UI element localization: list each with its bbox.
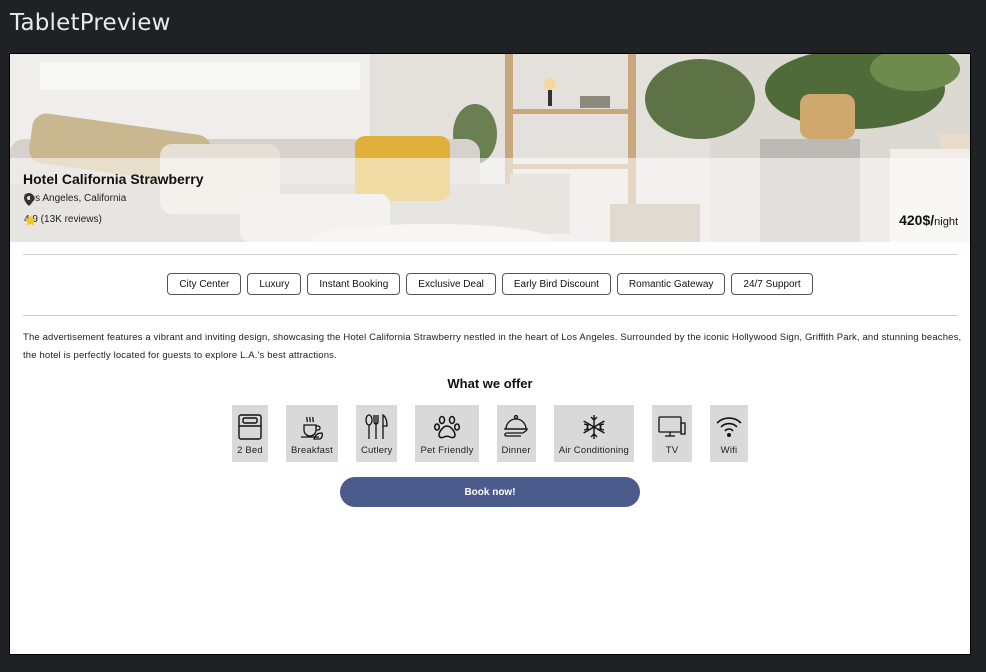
amenity-tv: TV xyxy=(652,405,692,462)
tag-chip[interactable]: Instant Booking xyxy=(307,273,401,295)
amenity-dinner: Dinner xyxy=(496,405,536,462)
tablet-preview-frame: Hotel California Strawberry Los Angeles,… xyxy=(9,53,971,655)
amenity-cutlery: Cutlery xyxy=(355,405,398,462)
offer-title: What we offer xyxy=(447,376,533,391)
tag-list: City Center Luxury Instant Booking Exclu… xyxy=(10,273,970,295)
cutlery-icon xyxy=(365,413,388,439)
price-unit: night xyxy=(934,216,958,228)
amenity-label: Air Conditioning xyxy=(558,445,629,456)
cloche-icon xyxy=(504,414,529,437)
window-title: TabletPreview xyxy=(10,10,171,36)
hotel-description: The advertisement features a vibrant and… xyxy=(23,332,962,361)
hotel-rating: 4.9 (13K reviews) xyxy=(24,214,102,226)
tag-chip[interactable]: Romantic Gateway xyxy=(616,273,726,295)
amenity-label: Wifi xyxy=(720,445,738,456)
bed-icon xyxy=(238,414,262,440)
snowflake-icon xyxy=(583,415,605,439)
price-value: 420$/ xyxy=(899,212,935,228)
breakfast-icon xyxy=(300,416,324,440)
tag-chip[interactable]: Exclusive Deal xyxy=(406,273,496,295)
divider-top xyxy=(23,254,958,255)
location-text: Los Angeles, California xyxy=(24,193,127,204)
tag-chip[interactable]: 24/7 Support xyxy=(731,273,813,295)
tag-chip[interactable]: City Center xyxy=(167,273,242,295)
amenity-label: TV xyxy=(665,445,679,456)
tag-chip[interactable]: Luxury xyxy=(247,273,302,295)
tv-icon xyxy=(658,416,686,437)
hotel-name: Hotel California Strawberry xyxy=(23,171,204,187)
amenity-label: 2 Bed xyxy=(237,445,263,456)
amenity-2-bed: 2 Bed xyxy=(232,405,268,462)
tag-chip[interactable]: Early Bird Discount xyxy=(501,273,611,295)
amenity-breakfast: Breakfast xyxy=(286,405,338,462)
amenity-pet-friendly: Pet Friendly xyxy=(415,405,479,462)
star-icon xyxy=(24,214,37,226)
amenity-air-conditioning: Air Conditioning xyxy=(553,405,634,462)
divider-bottom xyxy=(23,315,958,316)
paw-icon xyxy=(433,415,461,439)
amenity-wifi: Wifi xyxy=(710,405,748,462)
amenity-label: Dinner xyxy=(501,445,531,456)
hero-image: Hotel California Strawberry Los Angeles,… xyxy=(10,54,970,242)
price: 420$/night xyxy=(899,212,958,228)
amenity-label: Cutlery xyxy=(360,445,393,456)
amenity-label: Breakfast xyxy=(291,445,333,456)
location-pin-icon xyxy=(24,193,34,206)
book-now-button[interactable]: Book now! xyxy=(340,477,640,507)
hotel-location: Los Angeles, California xyxy=(24,193,127,206)
wifi-icon xyxy=(716,417,742,437)
amenity-label: Pet Friendly xyxy=(420,445,474,456)
amenity-list: 2 Bed Breakfast Cutlery Pet Friendly Din… xyxy=(10,405,970,462)
